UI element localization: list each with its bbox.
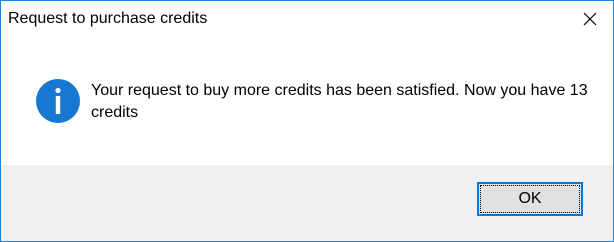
close-icon bbox=[583, 12, 597, 26]
info-icon bbox=[36, 79, 80, 123]
message-text: Your request to buy more credits has bee… bbox=[91, 82, 588, 121]
button-bar: OK bbox=[1, 165, 613, 241]
title-bar: Request to purchase credits bbox=[1, 1, 613, 39]
message-dialog: Request to purchase credits Your request… bbox=[0, 0, 614, 242]
ok-button[interactable]: OK bbox=[477, 182, 583, 216]
close-button[interactable] bbox=[567, 1, 613, 37]
dialog-content: Your request to buy more credits has bee… bbox=[1, 39, 613, 165]
dialog-title: Request to purchase credits bbox=[8, 10, 208, 27]
